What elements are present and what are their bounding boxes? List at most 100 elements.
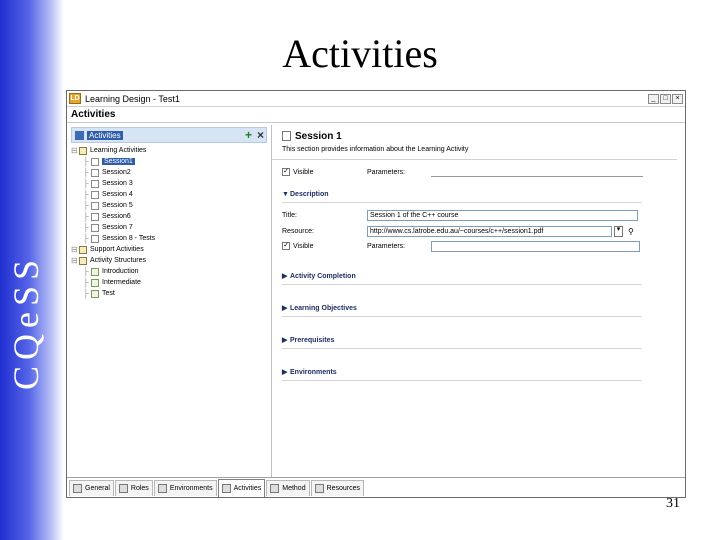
tree-pane: Activities + × ⊟ Learning Activities ├ Sess…	[67, 125, 272, 477]
divider	[272, 159, 677, 160]
tree-item[interactable]: ⊟ Support Activities	[67, 244, 271, 255]
tab-label: Environments	[169, 484, 213, 492]
tree-connector: ├	[83, 267, 89, 276]
page-icon	[91, 223, 99, 232]
collapsed-section[interactable]: ▶ Environments	[282, 366, 685, 378]
collapsed-sections: ▶ Activity Completion ▶ Learning Objectives…	[282, 270, 685, 381]
divider	[282, 284, 642, 285]
tree-header: Activities + ×	[71, 127, 267, 143]
tree-item[interactable]: ⊟ Learning Activities	[67, 145, 271, 156]
tab-label: General	[85, 484, 110, 492]
expand-arrow-icon: ▶	[282, 305, 288, 312]
window-controls: _ □ ×	[648, 93, 683, 104]
folder-icon	[79, 256, 87, 265]
tree-item[interactable]: ├ Session1	[67, 156, 271, 167]
tree-item-label: Session 7	[102, 224, 133, 231]
visible-label: Visible	[293, 168, 314, 176]
editor-header: Activities	[67, 107, 685, 123]
collapse-toggle-icon[interactable]: ⊟	[71, 145, 79, 156]
divider	[282, 348, 642, 349]
visible-checkbox[interactable]: ✓	[282, 168, 290, 176]
tree-item[interactable]: ⊟ Activity Structures	[67, 255, 271, 266]
collapsed-section[interactable]: ▶ Activity Completion	[282, 270, 685, 282]
window-title: Learning Design - Test1	[85, 93, 180, 104]
tree-item-label: Session2	[102, 169, 131, 176]
app-window: LD Learning Design - Test1 _ □ × Activit…	[66, 90, 686, 498]
detail-description: This section provides information about …	[282, 146, 469, 153]
title-label: Title:	[282, 211, 297, 219]
tab-environments[interactable]: Environments	[153, 479, 217, 496]
tab-general[interactable]: General	[69, 479, 114, 496]
page-icon	[91, 157, 99, 166]
tab-resources[interactable]: Resources	[310, 479, 365, 496]
tree-item-label: Session1	[102, 158, 135, 165]
resource-input[interactable]: http://www.cs.latrobe.edu.au/~courses/c+…	[367, 225, 612, 237]
tree-connector: ├	[83, 234, 89, 243]
folder-icon	[79, 245, 87, 254]
collapse-toggle-icon[interactable]: ⊟	[71, 244, 79, 255]
add-icon[interactable]: +	[245, 128, 252, 142]
tab-icon	[314, 483, 324, 493]
tab-icon	[221, 483, 231, 493]
detail-title: Session 1	[295, 130, 342, 142]
tree-connector: ├	[83, 168, 89, 177]
description-section[interactable]: ▼ Description	[282, 188, 685, 200]
tab-activities[interactable]: Activities	[217, 478, 266, 497]
collapsed-section[interactable]: ▶ Prerequisites	[282, 334, 685, 346]
expand-arrow-icon: ▶	[282, 273, 288, 280]
description-section-label: Description	[290, 190, 329, 198]
tree-item-label: Session6	[102, 213, 131, 220]
folder-icon	[79, 146, 87, 155]
parameters-input[interactable]	[431, 167, 643, 177]
detail-pane: Session 1 This section provides informat…	[272, 125, 685, 477]
close-icon[interactable]: ×	[257, 128, 264, 142]
divider	[282, 316, 642, 317]
tree-connector: ├	[83, 212, 89, 221]
tree-item[interactable]: ├ Session 7	[67, 222, 271, 233]
tab-label: Resources	[326, 484, 361, 492]
activity-tree: ⊟ Learning Activities ├ Session1 ├ Session2 ├ S…	[67, 145, 271, 299]
activities-icon	[75, 130, 84, 140]
tree-item[interactable]: ├ Session 8 - Tests	[67, 233, 271, 244]
tree-item-label: Session 5	[102, 202, 133, 209]
tree-connector: ├	[83, 179, 89, 188]
visible2-label: Visible	[293, 242, 314, 250]
tree-connector: ├	[83, 223, 89, 232]
tab-roles[interactable]: Roles	[114, 479, 153, 496]
tree-item[interactable]: ├ Introduction	[67, 266, 271, 277]
tree-item[interactable]: ├ Session 5	[67, 200, 271, 211]
chevron-down-icon[interactable]: ▾	[614, 225, 623, 237]
minimize-button[interactable]: _	[648, 93, 659, 104]
tree-item[interactable]: ├ Intermediate	[67, 277, 271, 288]
tree-item[interactable]: ├ Session 4	[67, 189, 271, 200]
tab-label: Method	[282, 484, 306, 492]
tree-item-label: Session 3	[102, 180, 133, 187]
tree-item[interactable]: ├ Test	[67, 288, 271, 299]
slide-number: 31	[666, 496, 680, 511]
browse-icon[interactable]: ⚲	[628, 227, 634, 236]
tree-item-label: Session 8 - Tests	[102, 235, 156, 242]
page-icon	[91, 179, 99, 188]
divider	[282, 202, 642, 203]
collapsed-section[interactable]: ▶ Learning Objectives	[282, 302, 685, 314]
parameters2-input[interactable]	[431, 240, 640, 252]
tree-item-label: Learning Activities	[90, 147, 147, 154]
close-window-button[interactable]: ×	[672, 93, 683, 104]
tree-item[interactable]: ├ Session6	[67, 211, 271, 222]
section-label: Learning Objectives	[290, 304, 357, 312]
tab-method[interactable]: Method	[266, 479, 310, 496]
visible2-checkbox[interactable]: ✓	[282, 242, 290, 250]
session-icon	[282, 131, 291, 141]
title-input[interactable]: Session 1 of the C++ course	[367, 209, 638, 221]
parameters-label: Parameters:	[367, 168, 406, 176]
tree-item[interactable]: ├ Session 3	[67, 178, 271, 189]
collapse-toggle-icon[interactable]: ⊟	[71, 255, 79, 266]
tree-item-label: Activity Structures	[90, 257, 147, 264]
tab-icon	[270, 483, 280, 493]
tree-item[interactable]: ├ Session2	[67, 167, 271, 178]
page-icon	[91, 212, 99, 221]
maximize-button[interactable]: □	[660, 93, 671, 104]
expand-arrow-icon: ▶	[282, 369, 288, 376]
struct-icon	[91, 278, 99, 287]
bottom-tab-bar: General Roles Environments Activities Method…	[67, 477, 685, 497]
